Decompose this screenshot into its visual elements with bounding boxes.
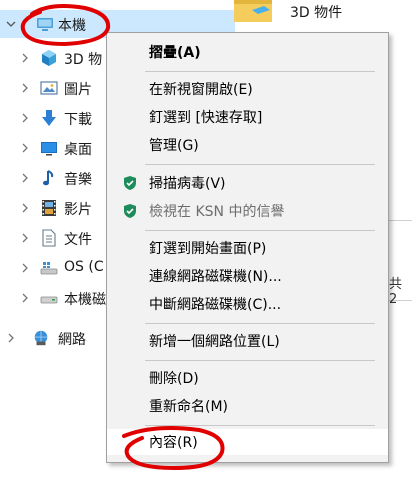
menu-item-label: 掃描病毒(V) (149, 176, 226, 192)
menu-separator (145, 323, 375, 324)
menu-item-label: 刪除(D) (149, 371, 199, 387)
chevron-right-icon[interactable] (18, 223, 32, 253)
videos-icon (40, 199, 58, 217)
menu-item-ksn-reputation[interactable]: 檢視在 KSN 中的信譽 (107, 198, 388, 224)
nav-item-label: 影片 (64, 202, 92, 218)
menu-item-disconnect-network-drive[interactable]: 中斷網路磁碟機(C)... (107, 291, 388, 317)
menu-item-rename[interactable]: 重新命名(M) (107, 393, 388, 419)
nav-item-music[interactable]: 音樂 (0, 163, 110, 193)
menu-item-label: 摺疊(A) (149, 45, 201, 61)
nav-item-label: 文件 (64, 232, 92, 248)
annotation-circle-this-pc (20, 4, 111, 47)
shield-icon (122, 203, 138, 219)
nav-item-network[interactable]: 網路 (0, 323, 110, 353)
nav-item-videos[interactable]: 影片 (0, 193, 110, 223)
menu-item-label: 管理(G) (149, 138, 199, 154)
chevron-right-icon[interactable] (4, 323, 18, 353)
chevron-right-icon[interactable] (18, 253, 32, 283)
nav-item-local-disk[interactable]: 本機磁 (0, 283, 110, 313)
menu-item-label: 中斷網路磁碟機(C)... (149, 297, 282, 313)
menu-item-pin-quick-access[interactable]: 釘選到 [快速存取] (107, 104, 388, 130)
menu-item-label: 檢視在 KSN 中的信譽 (149, 204, 285, 220)
nav-item-label: 3D 物 (64, 52, 103, 68)
menu-item-label: 釘選到開始畫面(P) (149, 241, 267, 257)
menu-item-label: 在新視窗開啟(E) (149, 82, 253, 98)
menu-item-add-network-location[interactable]: 新增一個網路位置(L) (107, 328, 388, 354)
menu-item-manage[interactable]: 管理(G) (107, 132, 388, 158)
local-disk-icon (40, 289, 58, 307)
network-icon (32, 329, 50, 347)
chevron-right-icon[interactable] (18, 283, 32, 313)
menu-separator (145, 360, 375, 361)
menu-item-delete[interactable]: 刪除(D) (107, 365, 388, 391)
context-menu: 摺疊(A) 在新視窗開啟(E) 釘選到 [快速存取] 管理(G) 掃描病毒(V)… (106, 32, 389, 463)
menu-item-pin-start[interactable]: 釘選到開始畫面(P) (107, 235, 388, 261)
nav-item-pictures[interactable]: 圖片 (0, 73, 110, 103)
3d-objects-icon (40, 49, 58, 67)
chevron-right-icon[interactable] (18, 163, 32, 193)
nav-item-label: 下載 (64, 112, 92, 128)
nav-item-label: OS (C (64, 259, 104, 275)
annotation-circle-properties (122, 426, 225, 471)
nav-item-os-drive[interactable]: OS (C (0, 253, 110, 283)
downloads-icon (40, 109, 58, 127)
documents-icon (40, 229, 58, 247)
divider (386, 220, 412, 221)
menu-separator (145, 164, 375, 165)
nav-item-label: 音樂 (64, 172, 92, 188)
menu-item-collapse[interactable]: 摺疊(A) (107, 39, 388, 65)
menu-item-scan-virus[interactable]: 掃描病毒(V) (107, 170, 388, 196)
nav-item-label: 本機磁 (64, 292, 106, 308)
nav-item-documents[interactable]: 文件 (0, 223, 110, 253)
chevron-right-icon[interactable] (18, 73, 32, 103)
folder-label[interactable]: 3D 物件 (290, 2, 342, 22)
menu-item-label: 重新命名(M) (149, 399, 229, 415)
chevron-right-icon[interactable] (18, 103, 32, 133)
chevron-right-icon[interactable] (18, 193, 32, 223)
shield-icon (122, 175, 138, 191)
menu-item-label: 釘選到 [快速存取] (149, 110, 263, 126)
menu-item-open-new-window[interactable]: 在新視窗開啟(E) (107, 76, 388, 102)
menu-separator (145, 71, 375, 72)
nav-item-label: 桌面 (64, 142, 92, 158)
nav-item-label: 圖片 (64, 82, 92, 98)
chevron-right-icon[interactable] (18, 133, 32, 163)
os-drive-icon (40, 259, 58, 277)
menu-item-map-network-drive[interactable]: 連線網路磁碟機(N)... (107, 263, 388, 289)
status-text: 共 2 (389, 277, 403, 307)
desktop-icon (40, 139, 58, 157)
menu-item-label: 新增一個網路位置(L) (149, 334, 280, 350)
menu-item-label: 連線網路磁碟機(N)... (149, 269, 282, 285)
nav-item-desktop[interactable]: 桌面 (0, 133, 110, 163)
music-icon (40, 169, 58, 187)
pictures-icon (40, 79, 58, 97)
nav-item-label: 網路 (58, 332, 86, 348)
nav-item-downloads[interactable]: 下載 (0, 103, 110, 133)
menu-separator (145, 230, 375, 231)
